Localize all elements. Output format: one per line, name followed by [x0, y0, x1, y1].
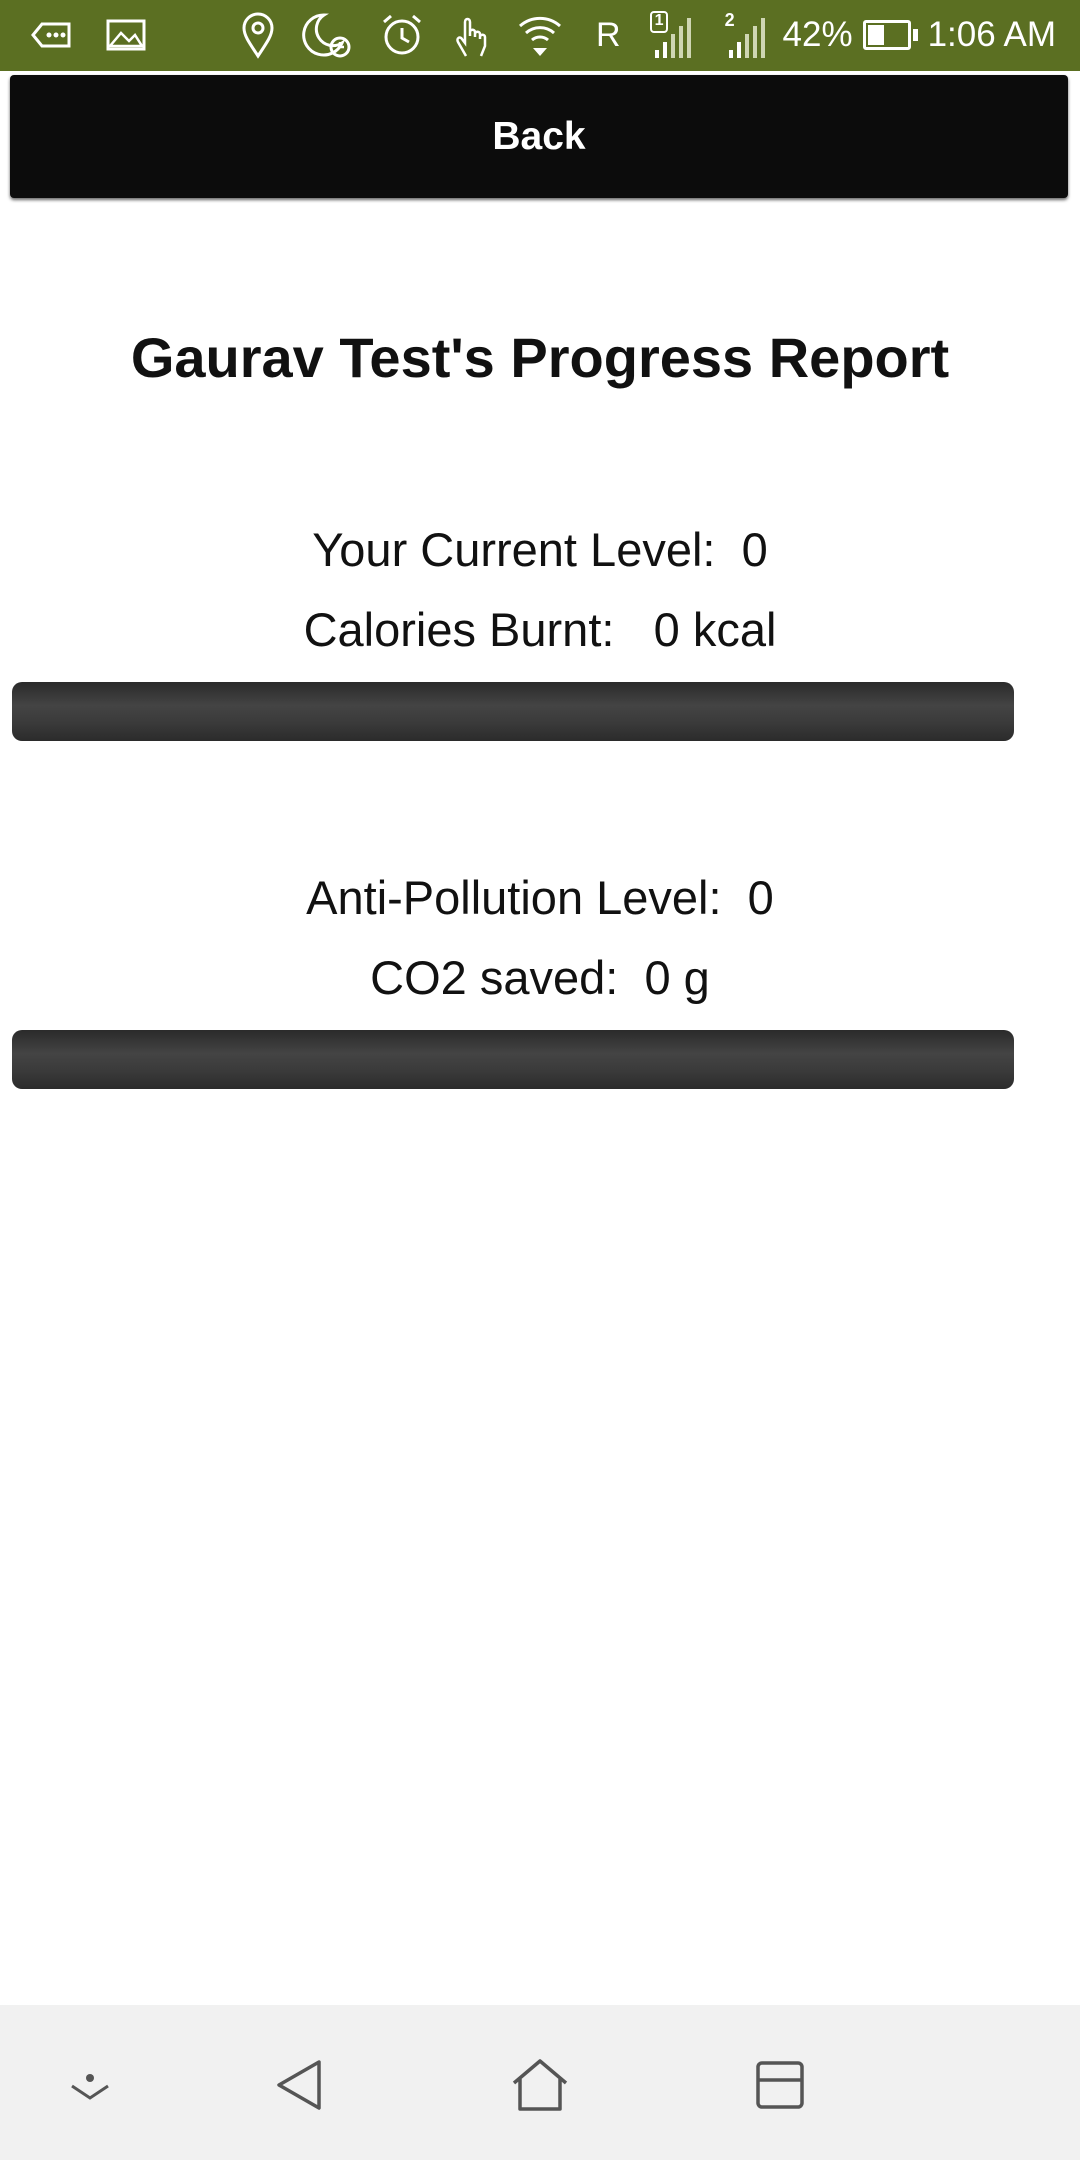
- status-bar: R 1 2 42% 1:06 AM: [0, 0, 1080, 71]
- back-button[interactable]: Back: [10, 75, 1068, 198]
- calories-progress-bar: [12, 682, 1014, 741]
- co2-saved-text: CO2 saved: 0 g: [370, 951, 710, 1004]
- do-not-disturb-icon: [302, 11, 354, 59]
- navigation-bar: [0, 2005, 1080, 2160]
- back-button-label: Back: [492, 114, 586, 158]
- calories-burnt-text: Calories Burnt: 0 kcal: [303, 603, 777, 656]
- location-icon: [240, 11, 276, 59]
- page-title: Gaurav Test's Progress Report: [130, 326, 950, 389]
- recents-icon[interactable]: [740, 2050, 820, 2120]
- home-icon[interactable]: [500, 2050, 580, 2120]
- signal-icon: 2: [721, 10, 769, 60]
- notification-pull-icon[interactable]: [50, 2050, 130, 2120]
- battery-percent: 42%: [782, 15, 853, 54]
- wifi-icon: [516, 12, 564, 58]
- clock-time: 1:06 AM: [927, 15, 1056, 54]
- image-icon: [106, 19, 146, 51]
- sim1-label: 1: [654, 12, 664, 29]
- signal-icon: 1: [647, 10, 695, 60]
- alarm-icon: [380, 12, 424, 58]
- anti-pollution-level-text: Anti-Pollution Level: 0: [306, 871, 774, 924]
- back-triangle-icon[interactable]: [260, 2050, 340, 2120]
- co2-progress-bar: [12, 1030, 1014, 1089]
- voicemail-icon: [30, 20, 72, 50]
- touch-icon: [450, 10, 490, 60]
- roaming-indicator: R: [596, 15, 621, 54]
- battery-icon: [862, 20, 918, 50]
- sim2-label: 2: [724, 10, 735, 30]
- current-level-text: Your Current Level: 0: [312, 523, 768, 576]
